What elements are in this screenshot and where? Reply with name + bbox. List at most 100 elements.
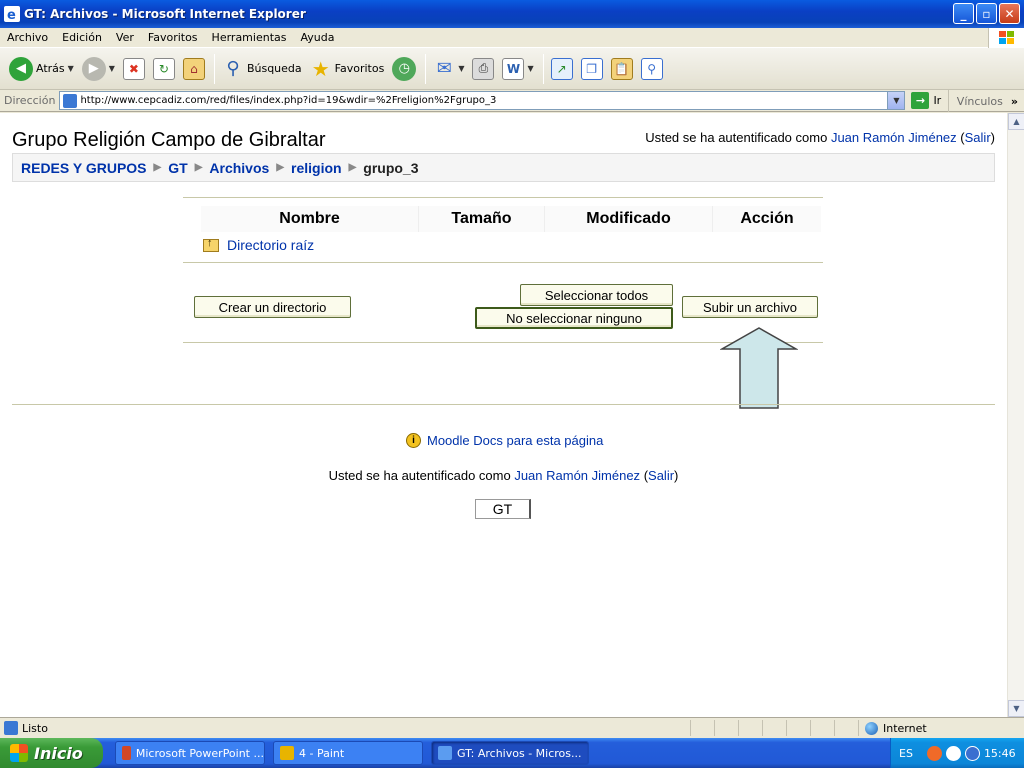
window-title: GT: Archivos - Microsoft Internet Explor… (24, 7, 306, 21)
star-icon: ★ (311, 56, 330, 81)
scroll-down-icon[interactable]: ▼ (1008, 700, 1024, 717)
go-label: Ir (933, 94, 942, 107)
maximize-button[interactable]: ▫ (976, 3, 997, 24)
tray-star-icon[interactable] (945, 745, 961, 761)
links-label: Vínculos (956, 94, 1003, 108)
start-button[interactable]: Inicio (0, 738, 103, 768)
paste-icon: 📋 (610, 57, 633, 80)
vertical-scrollbar[interactable]: ▲ ▼ (1007, 113, 1024, 717)
back-dropdown-icon[interactable]: ▼ (68, 64, 74, 73)
footer-logout-link[interactable]: Salir (648, 468, 674, 483)
history-button[interactable]: ◷ (389, 52, 419, 86)
scroll-up-icon[interactable]: ▲ (1008, 113, 1024, 130)
menu-favoritos[interactable]: Favoritos (141, 31, 205, 44)
print-button[interactable]: ⎙ (469, 52, 497, 86)
back-button[interactable]: ◀ Atrás ▼ (6, 52, 77, 86)
breadcrumb-redes[interactable]: REDES Y GRUPOS (21, 160, 147, 176)
svg-text:e: e (7, 8, 16, 22)
menu-ayuda[interactable]: Ayuda (293, 31, 341, 44)
login-prefix: Usted se ha autentificado como (645, 130, 828, 145)
moodle-docs-link[interactable]: i Moodle Docs para esta página (406, 433, 603, 448)
parent-folder-icon (203, 237, 219, 252)
windows-flag-icon (10, 744, 28, 762)
mail-button[interactable]: ✉ ▼ (430, 52, 467, 86)
moodle-docs-link-text[interactable]: Moodle Docs para esta página (427, 433, 603, 448)
copy-button[interactable]: ❐ (578, 52, 606, 86)
breadcrumb-archivos[interactable]: Archivos (209, 160, 269, 176)
login-info: Usted se ha autentificado como Juan Ramó… (645, 130, 995, 145)
tool-button-1[interactable]: ↗ (548, 52, 576, 86)
window-icon: ↗ (550, 57, 573, 80)
breadcrumb-gt[interactable]: GT (168, 160, 187, 176)
address-url[interactable]: http://www.cepcadiz.com/red/files/index.… (80, 95, 887, 106)
refresh-button[interactable]: ↻ (150, 52, 178, 86)
paste-button[interactable]: 📋 (608, 52, 636, 86)
page-title: Grupo Religión Campo de Gibraltar (12, 129, 326, 151)
select-all-button[interactable]: Seleccionar todos (520, 284, 673, 306)
forward-button[interactable]: ▶ ▼ (79, 52, 118, 86)
select-none-button[interactable]: No seleccionar ninguno (475, 307, 673, 329)
chevron-right-icon[interactable]: » (1011, 95, 1018, 108)
address-dropdown-icon[interactable]: ▼ (887, 92, 905, 109)
minimize-button[interactable]: _ (953, 3, 974, 24)
forward-arrow-icon: ▶ (81, 56, 106, 81)
copy-icon: ❐ (580, 57, 603, 80)
ie-icon (438, 746, 452, 760)
forward-dropdown-icon[interactable]: ▼ (109, 64, 115, 73)
preview-button[interactable]: ⚲ (638, 52, 666, 86)
breadcrumb-separator-icon: ▶ (348, 162, 357, 173)
menu-edicion[interactable]: Edición (55, 31, 109, 44)
close-button[interactable]: ✕ (999, 3, 1020, 24)
taskbar-item-paint[interactable]: 4 - Paint (273, 741, 423, 765)
menu-herramientas[interactable]: Herramientas (205, 31, 294, 44)
menu-archivo[interactable]: Archivo (0, 31, 55, 44)
tray-expand-icon[interactable] (926, 745, 942, 761)
page-icon (63, 93, 78, 108)
file-table: Nombre Tamaño Modificado Acción Director… (183, 197, 823, 343)
mail-icon: ✉ (436, 58, 452, 79)
favorites-label: Favoritos (334, 62, 385, 75)
favorites-button[interactable]: ★ Favoritos (307, 52, 388, 86)
home-icon: ⌂ (182, 57, 205, 80)
language-indicator[interactable]: ES (899, 747, 913, 760)
home-link-box[interactable]: GT (475, 499, 531, 519)
user-link[interactable]: Juan Ramón Jiménez (831, 130, 957, 145)
address-label: Dirección (4, 94, 56, 107)
breadcrumb-current: grupo_3 (363, 159, 419, 176)
logout-link[interactable]: Salir (965, 130, 991, 145)
menu-ver[interactable]: Ver (109, 31, 141, 44)
links-toolbar[interactable]: Vínculos » (947, 90, 1018, 112)
history-icon: ◷ (392, 56, 417, 81)
taskbar-item-ie[interactable]: GT: Archivos - Micros... (431, 741, 589, 765)
toolbar: ◀ Atrás ▼ ▶ ▼ ✖ ↻ ⌂ ⚲ Búsqueda ★ Favorit… (0, 48, 1024, 90)
search-button[interactable]: ⚲ Búsqueda (219, 52, 305, 86)
system-tray: ES 15:46 (890, 738, 1024, 768)
powerpoint-icon (122, 746, 131, 760)
upload-file-button[interactable]: Subir un archivo (682, 296, 818, 318)
table-row[interactable]: Directorio raíz (183, 232, 823, 258)
edit-button[interactable]: W ▼ (499, 52, 536, 86)
root-directory-link[interactable]: Directorio raíz (227, 237, 314, 253)
create-directory-button[interactable]: Crear un directorio (194, 296, 351, 318)
go-button[interactable]: → Ir (911, 92, 941, 109)
footer-user-link[interactable]: Juan Ramón Jiménez (514, 468, 640, 483)
home-button[interactable]: ⌂ (180, 52, 208, 86)
breadcrumb-religion[interactable]: religion (291, 160, 342, 176)
tray-network-icon[interactable] (964, 745, 980, 761)
search-icon: ⚲ (226, 58, 240, 79)
zone-label: Internet (883, 721, 927, 735)
ie-icon: e (4, 6, 20, 23)
stop-button[interactable]: ✖ (120, 52, 148, 86)
windows-logo-icon (988, 28, 1024, 48)
header-accion: Acción (713, 206, 821, 232)
header-modificado: Modificado (545, 206, 713, 232)
address-input[interactable]: http://www.cepcadiz.com/red/files/index.… (59, 91, 906, 110)
edit-dropdown-icon[interactable]: ▼ (527, 64, 533, 73)
mail-dropdown-icon[interactable]: ▼ (458, 64, 464, 73)
stop-icon: ✖ (122, 57, 145, 80)
back-arrow-icon: ◀ (9, 56, 33, 81)
taskbar-item-label: 4 - Paint (299, 746, 345, 760)
taskbar-item-powerpoint[interactable]: Microsoft PowerPoint ... (115, 741, 265, 765)
toolbar-separator (425, 53, 427, 84)
table-header: Nombre Tamaño Modificado Acción (183, 198, 823, 232)
